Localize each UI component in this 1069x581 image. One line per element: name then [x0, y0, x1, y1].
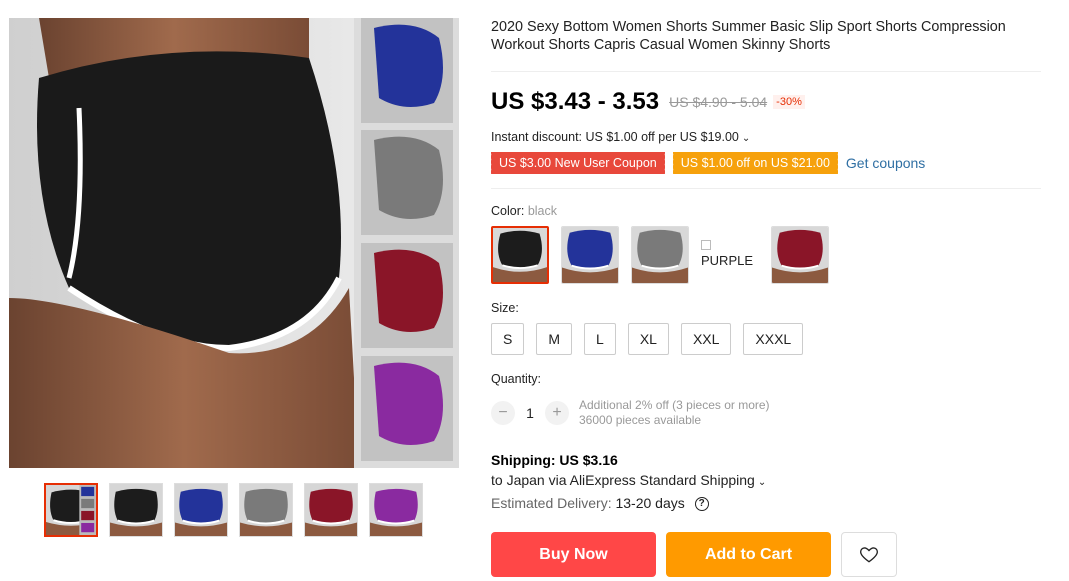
increase-quantity-button[interactable]: + — [545, 401, 569, 425]
gallery-thumbnail[interactable] — [239, 483, 293, 537]
color-label-text: Color: — [491, 204, 525, 218]
color-swatch — [632, 227, 688, 283]
instant-discount-text: Instant discount: US $1.00 off per US $1… — [491, 130, 739, 144]
divider — [491, 188, 1041, 189]
quantity-stepper: − 1 + Additional 2% off (3 pieces or mor… — [491, 398, 1041, 428]
color-option[interactable] — [631, 226, 689, 284]
chevron-down-icon: ⌄ — [757, 477, 767, 488]
original-price: US $4.90 - 5.04 — [669, 94, 768, 110]
size-options: S M L XL XXL XXXL — [491, 323, 1041, 355]
main-image-graphic — [9, 18, 459, 468]
color-option[interactable] — [561, 226, 619, 284]
add-to-cart-button[interactable]: Add to Cart — [666, 532, 831, 577]
gallery-thumbnail[interactable] — [369, 483, 423, 537]
color-swatch — [772, 227, 828, 283]
color-swatch — [493, 228, 547, 282]
delivery-value: 13-20 days — [615, 495, 685, 511]
product-title: 2020 Sexy Bottom Women Shorts Summer Bas… — [491, 19, 1006, 53]
size-option[interactable]: M — [536, 323, 573, 355]
price-row: US $3.43 - 3.53 US $4.90 - 5.04 -30% — [491, 88, 1041, 116]
main-product-image[interactable] — [9, 18, 459, 468]
size-option[interactable]: XXXL — [743, 323, 804, 355]
size-option[interactable]: S — [491, 323, 525, 355]
gallery-thumbnail[interactable] — [304, 483, 358, 537]
thumbnail-graphic — [370, 484, 422, 536]
quantity-value[interactable]: 1 — [515, 405, 545, 421]
color-swatch — [562, 227, 618, 283]
size-option[interactable]: XXL — [680, 323, 732, 355]
buy-now-button[interactable]: Buy Now — [491, 532, 656, 577]
thumbnail-graphic — [46, 485, 96, 535]
product-info: 2020 Sexy Bottom Women Shorts Summer Bas… — [489, 18, 1041, 512]
bulk-discount-note: Additional 2% off (3 pieces or more) — [579, 398, 770, 412]
thumbnail-graphic — [240, 484, 292, 536]
size-option[interactable]: XL — [627, 323, 669, 355]
heart-icon — [859, 547, 879, 563]
coupon-store[interactable]: US $1.00 off on US $21.00 — [670, 152, 841, 174]
action-buttons: Buy Now Add to Cart — [491, 532, 897, 577]
estimated-delivery: Estimated Delivery: 13-20 days ? — [491, 495, 1041, 512]
broken-image-icon: PURPLE — [701, 226, 759, 268]
shipping-section: Shipping: US $3.16 to Japan via AliExpre… — [491, 452, 1041, 512]
thumbnail-graphic — [110, 484, 162, 536]
color-option[interactable] — [771, 226, 829, 284]
discount-badge: -30% — [773, 95, 805, 109]
size-label: Size: — [491, 301, 519, 315]
gallery-thumbnail[interactable] — [109, 483, 163, 537]
shipping-method-text: to Japan via AliExpress Standard Shippin… — [491, 472, 755, 488]
color-options: PURPLE — [491, 226, 1041, 284]
instant-discount[interactable]: Instant discount: US $1.00 off per US $1… — [491, 130, 1041, 144]
gallery-thumbnail[interactable] — [174, 483, 228, 537]
quantity-label: Quantity: — [491, 372, 542, 386]
color-option[interactable]: PURPLE — [701, 226, 759, 284]
coupon-new-user[interactable]: US $3.00 New User Coupon — [489, 152, 667, 174]
stock-available: 36000 pieces available — [579, 413, 702, 427]
divider — [491, 71, 1041, 72]
coupon-row: US $3.00 New User Coupon US $1.00 off on… — [489, 152, 1041, 174]
color-label: Color: black — [491, 204, 1041, 218]
color-option[interactable] — [491, 226, 549, 284]
thumbnail-graphic — [305, 484, 357, 536]
current-price: US $3.43 - 3.53 — [491, 88, 660, 115]
shipping-price: Shipping: US $3.16 — [491, 452, 618, 468]
color-selected-value: black — [527, 204, 558, 218]
thumbnail-graphic — [175, 484, 227, 536]
color-option-alt-text: PURPLE — [701, 253, 754, 268]
get-coupons-link[interactable]: Get coupons — [846, 155, 925, 171]
decrease-quantity-button[interactable]: − — [491, 401, 515, 425]
gallery-thumbnail[interactable] — [44, 483, 98, 537]
wishlist-button[interactable] — [841, 532, 897, 577]
quantity-note: Additional 2% off (3 pieces or more) 360… — [579, 398, 770, 428]
thumbnail-strip — [44, 483, 423, 537]
size-option[interactable]: L — [584, 323, 616, 355]
question-circle-icon[interactable]: ? — [694, 497, 709, 512]
delivery-label: Estimated Delivery: — [491, 495, 612, 511]
chevron-down-icon: ⌄ — [741, 133, 751, 144]
shipping-method[interactable]: to Japan via AliExpress Standard Shippin… — [491, 472, 1041, 488]
